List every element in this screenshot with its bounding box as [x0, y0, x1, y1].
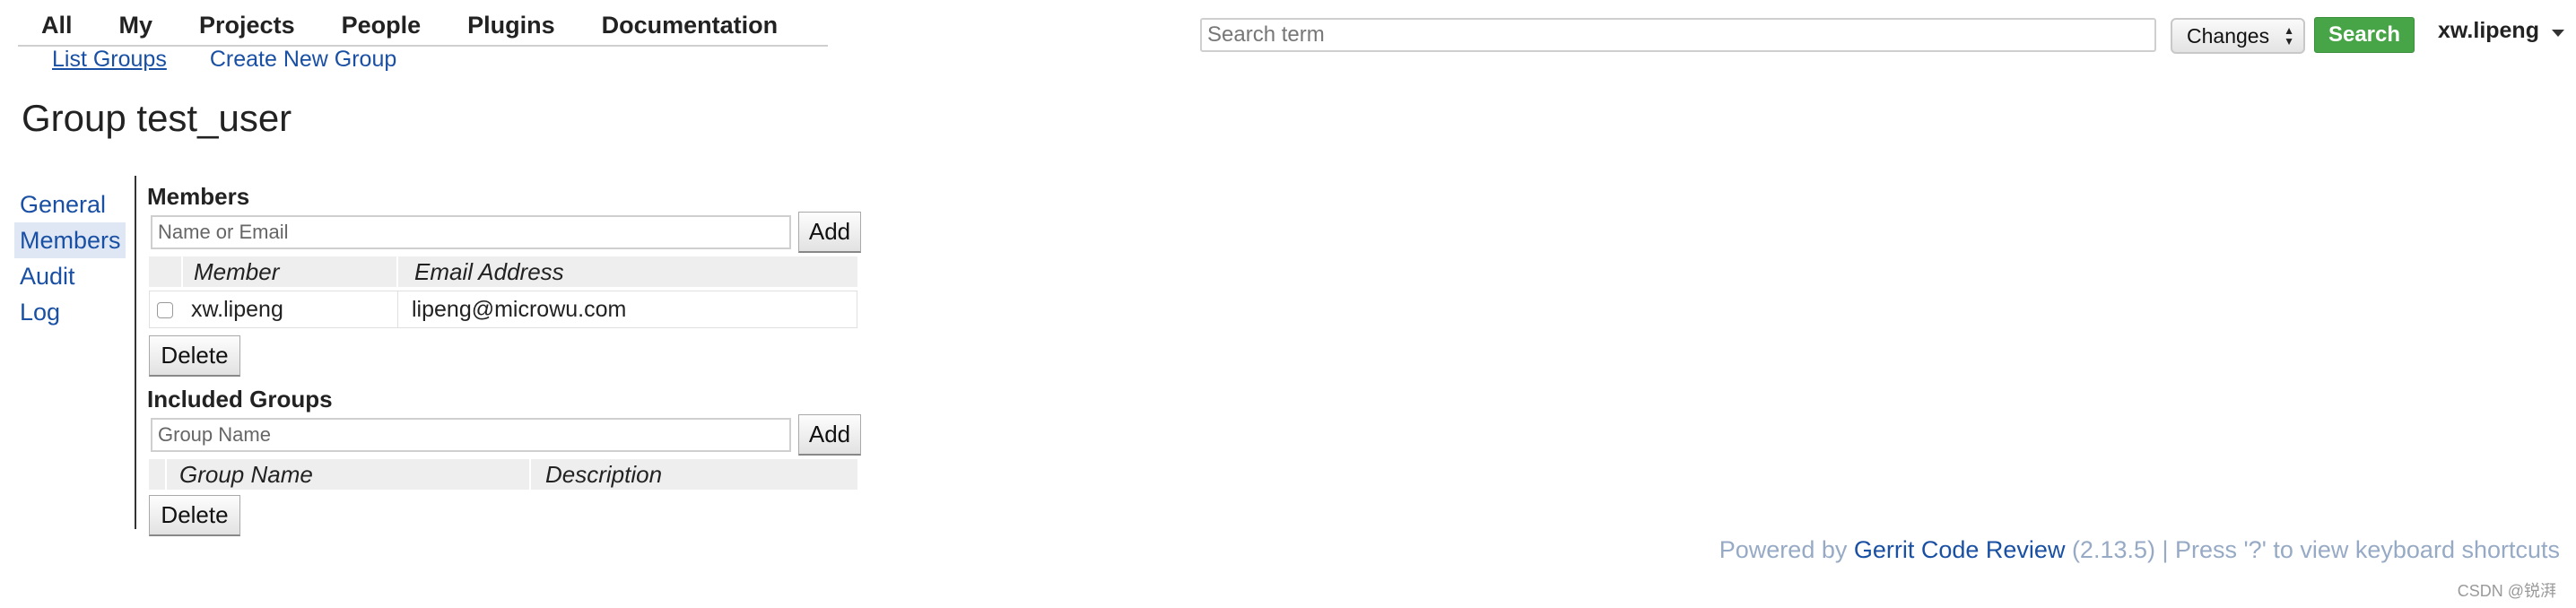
column-divider	[165, 459, 167, 490]
create-new-group-link[interactable]: Create New Group	[210, 47, 396, 73]
page-title: Group test_user	[22, 97, 292, 139]
gerrit-code-review-link[interactable]: Gerrit Code Review	[1854, 536, 2066, 563]
side-menu: General Members Audit Log	[14, 187, 126, 330]
list-groups-link[interactable]: List Groups	[52, 47, 167, 73]
add-member-row: Add	[151, 212, 861, 253]
nav-all[interactable]: All	[18, 6, 96, 44]
members-title: Members	[147, 183, 250, 210]
included-groups-title: Included Groups	[147, 386, 333, 413]
user-menu[interactable]: xw.lipeng	[2438, 18, 2564, 44]
caret-down-icon	[2551, 29, 2564, 37]
header-member: Member	[194, 258, 280, 285]
nav-plugins[interactable]: Plugins	[444, 6, 579, 44]
add-member-button[interactable]: Add	[798, 212, 861, 253]
delete-member-button[interactable]: Delete	[149, 335, 240, 377]
members-table: Member Email Address xw.lipeng lipeng@mi…	[149, 256, 857, 332]
add-group-row: Add	[151, 414, 861, 456]
footer-suffix: (2.13.5) | Press '?' to view keyboard sh…	[2065, 536, 2560, 563]
included-groups-table: Group Name Description	[149, 459, 857, 490]
side-item-audit-log[interactable]: Audit Log	[14, 258, 126, 330]
add-group-button[interactable]: Add	[798, 414, 861, 456]
table-row: xw.lipeng lipeng@microwu.com	[149, 291, 857, 328]
search-button[interactable]: Search	[2314, 17, 2415, 53]
sub-nav: List Groups Create New Group	[52, 47, 396, 73]
side-item-members[interactable]: Members	[14, 222, 126, 258]
member-name-input[interactable]	[151, 215, 791, 249]
nav-people[interactable]: People	[318, 6, 445, 44]
nav-projects[interactable]: Projects	[176, 6, 318, 44]
column-divider	[397, 291, 398, 327]
member-email: lipeng@microwu.com	[412, 297, 627, 322]
column-divider	[396, 256, 398, 287]
header-description: Description	[545, 461, 663, 488]
member-name: xw.lipeng	[191, 297, 283, 322]
watermark-text: CSDN @锐湃	[2457, 582, 2556, 600]
nav-my[interactable]: My	[96, 6, 177, 44]
select-arrows-icon: ▲ ▼	[2284, 24, 2294, 48]
side-divider	[135, 176, 136, 529]
members-table-header: Member Email Address	[149, 256, 857, 287]
group-name-input[interactable]	[151, 418, 791, 452]
column-divider	[529, 459, 531, 490]
side-item-general[interactable]: General	[14, 187, 126, 222]
nav-documentation[interactable]: Documentation	[579, 6, 802, 44]
user-name: xw.lipeng	[2438, 18, 2539, 43]
column-divider	[181, 256, 183, 287]
search-scope-value: Changes	[2187, 23, 2270, 48]
footer-prefix: Powered by	[1719, 536, 1854, 563]
included-groups-table-header: Group Name Description	[149, 459, 857, 490]
search-scope-select[interactable]: Changes ▲ ▼	[2171, 18, 2305, 54]
member-checkbox[interactable]	[157, 302, 173, 318]
top-nav: All My Projects People Plugins Documenta…	[18, 5, 829, 47]
header-group-name: Group Name	[179, 461, 313, 488]
watermark: CSDN @锐湃	[2458, 578, 2556, 602]
footer: Powered by Gerrit Code Review (2.13.5) |…	[1719, 536, 2560, 564]
delete-group-button[interactable]: Delete	[149, 495, 240, 536]
search-input[interactable]	[1200, 18, 2156, 52]
header-email: Email Address	[414, 258, 564, 285]
